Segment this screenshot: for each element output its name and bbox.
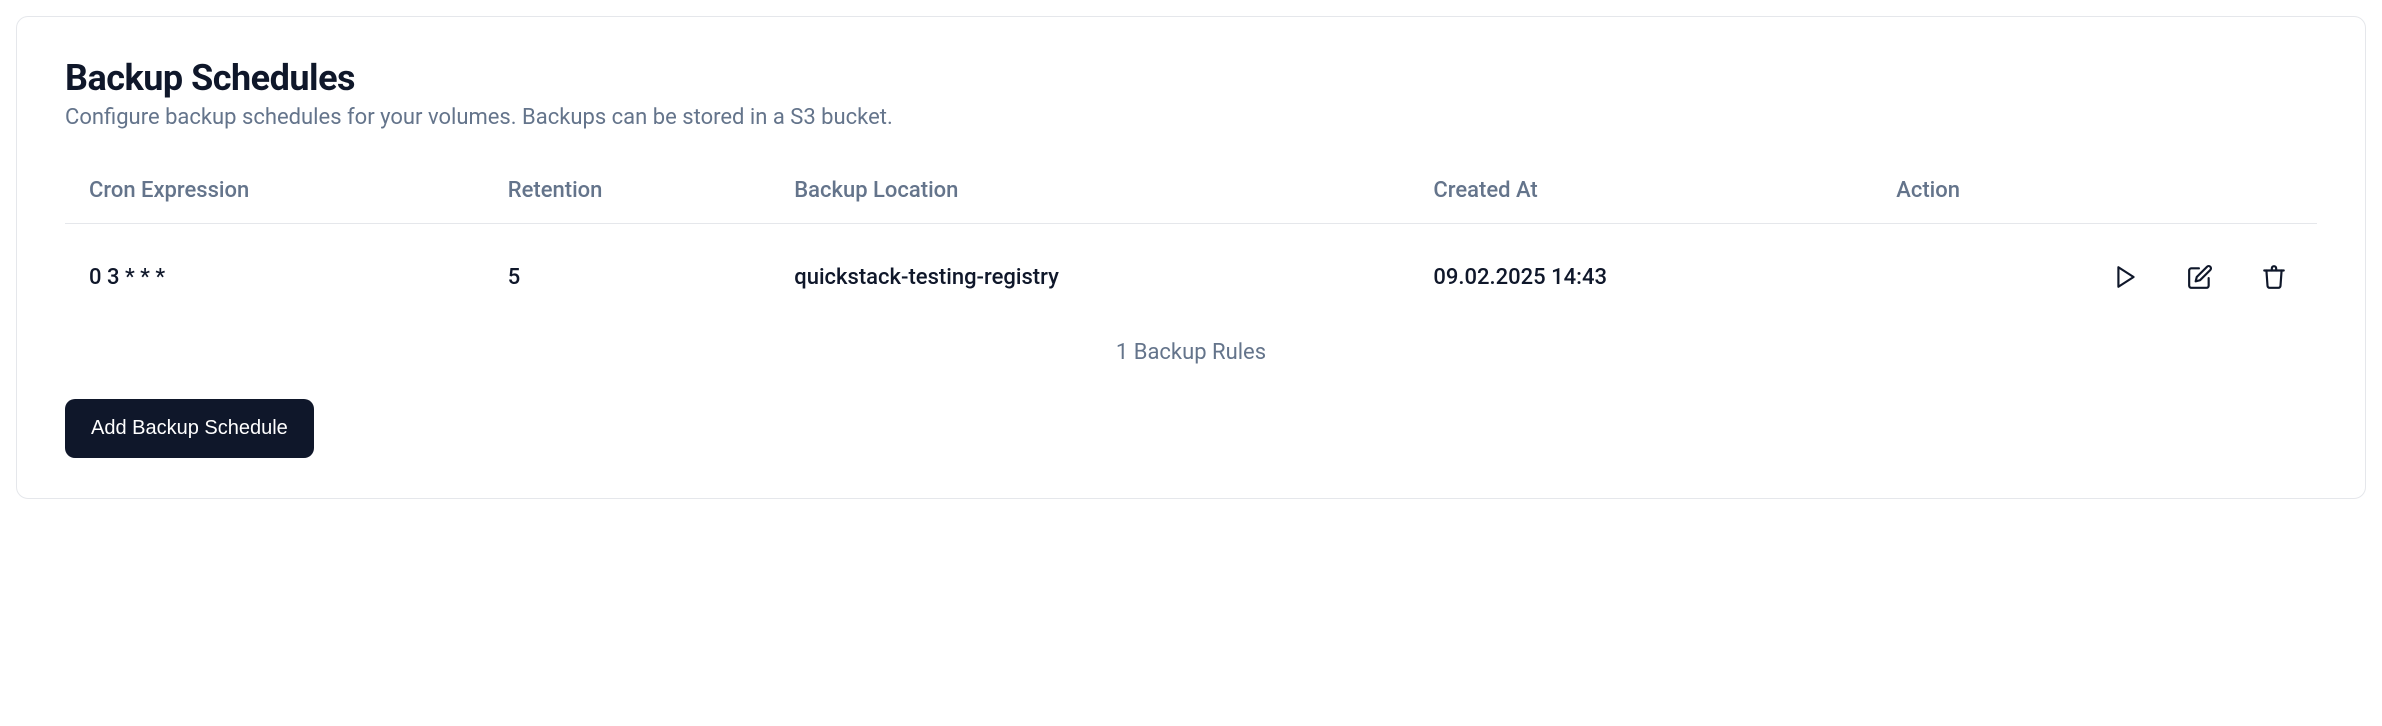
delete-button[interactable]: [2261, 264, 2287, 290]
cell-location: quickstack-testing-registry: [794, 265, 1433, 290]
backup-schedules-card: Backup Schedules Configure backup schedu…: [16, 16, 2366, 499]
edit-button[interactable]: [2187, 264, 2213, 290]
cell-actions: [1896, 264, 2293, 290]
cell-cron: 0 3 * * *: [89, 265, 508, 290]
table-header: Cron Expression Retention Backup Locatio…: [65, 178, 2317, 224]
col-header-action: Action: [1896, 178, 2293, 203]
table-footer: 1 Backup Rules: [65, 330, 2317, 399]
schedules-table: Cron Expression Retention Backup Locatio…: [65, 178, 2317, 399]
edit-icon: [2187, 264, 2213, 290]
trash-icon: [2261, 264, 2287, 290]
col-header-created: Created At: [1433, 178, 1896, 203]
cell-retention: 5: [508, 265, 795, 290]
add-backup-schedule-button[interactable]: Add Backup Schedule: [65, 399, 314, 458]
col-header-cron: Cron Expression: [89, 178, 508, 203]
page-title: Backup Schedules: [65, 57, 2317, 99]
cell-created: 09.02.2025 14:43: [1433, 265, 1896, 290]
col-header-retention: Retention: [508, 178, 795, 203]
table-row: 0 3 * * * 5 quickstack-testing-registry …: [65, 224, 2317, 330]
play-icon: [2113, 264, 2139, 290]
run-button[interactable]: [2113, 264, 2139, 290]
page-subtitle: Configure backup schedules for your volu…: [65, 105, 2317, 130]
col-header-location: Backup Location: [794, 178, 1433, 203]
